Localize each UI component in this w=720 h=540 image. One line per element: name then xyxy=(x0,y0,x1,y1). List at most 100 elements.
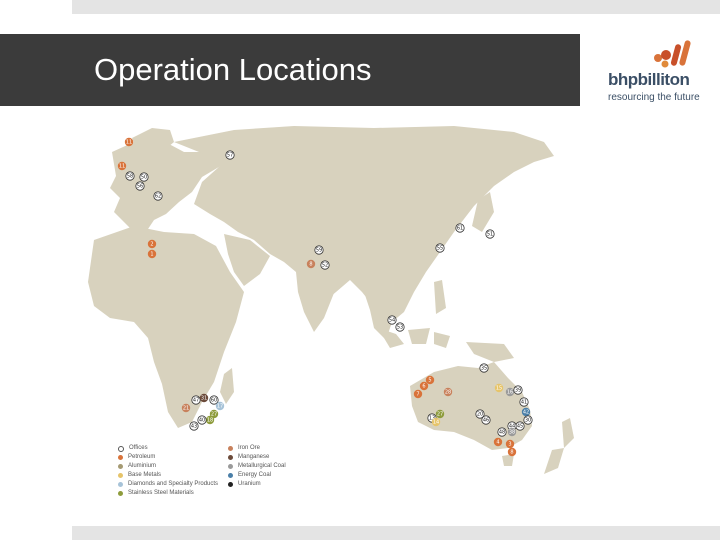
map-marker-label: 11 xyxy=(119,163,125,169)
legend-item-iron-ore: Iron Ore xyxy=(228,444,260,453)
legend-dot-icon xyxy=(228,455,233,460)
map-marker-label: 43 xyxy=(191,423,197,429)
map-marker: 41 xyxy=(519,397,529,407)
map-marker: 38 xyxy=(507,427,517,437)
map-marker-label: 31 xyxy=(201,395,207,401)
world-map: 11 11 58 50 56 57 62 2 1 59 8 52 61 51 55 54 53 47 31 60 17 2… xyxy=(74,122,590,526)
map-marker-label: 1 xyxy=(150,251,153,257)
map-marker: 15 xyxy=(494,383,504,393)
map-marker: 48 xyxy=(497,427,507,437)
map-marker: 35 xyxy=(479,363,489,373)
legend-item-petroleum: Petroleum xyxy=(118,453,155,462)
legend-item-energy-coal: Energy Coal xyxy=(228,471,271,480)
map-legend: Offices Petroleum Aluminium Base Metals … xyxy=(118,444,358,524)
map-marker: 52 xyxy=(320,260,330,270)
legend-dot-icon xyxy=(228,464,233,469)
map-marker-label: 27 xyxy=(437,411,443,417)
legend-dot-icon xyxy=(228,473,233,478)
map-marker-label: 52 xyxy=(322,262,328,268)
company-logo: bhpbilliton resourcing the future xyxy=(606,38,716,108)
legend-dot-icon xyxy=(228,446,233,451)
map-marker-label: 48 xyxy=(499,429,505,435)
map-marker: 61 xyxy=(455,223,465,233)
map-marker: 42 xyxy=(521,407,531,417)
map-marker: 17 xyxy=(215,401,225,411)
map-marker-label: 46 xyxy=(483,417,489,423)
map-marker-label: 57 xyxy=(227,152,233,158)
map-marker-label: 41 xyxy=(521,399,527,405)
legend-item-diamonds: Diamonds and Specialty Products xyxy=(118,480,218,489)
legend-item-metallurgical-coal: Metallurgical Coal xyxy=(228,462,286,471)
map-marker-label: 45 xyxy=(517,423,523,429)
logo-wordmark: bhpbilliton xyxy=(608,70,690,89)
map-marker-label: 54 xyxy=(389,317,395,323)
map-marker-label: 50 xyxy=(141,174,147,180)
map-marker: 54 xyxy=(387,315,397,325)
map-marker: 27 xyxy=(435,409,445,419)
map-marker-label: 40 xyxy=(199,417,205,423)
map-marker: 59 xyxy=(314,245,324,255)
map-marker: 28 xyxy=(443,387,453,397)
legend-dot-icon xyxy=(118,491,123,496)
legend-dot-icon xyxy=(228,482,233,487)
map-marker: 57 xyxy=(225,150,235,160)
map-marker: 4 xyxy=(493,437,503,447)
legend-item-manganese: Manganese xyxy=(228,453,269,462)
slide-title: Operation Locations xyxy=(94,52,372,87)
map-marker: 18 xyxy=(205,415,215,425)
map-marker-label: 51 xyxy=(487,231,493,237)
legend-dot-icon xyxy=(118,473,123,478)
map-marker: 53 xyxy=(395,322,405,332)
logo-tagline: resourcing the future xyxy=(608,92,700,103)
legend-dot-icon xyxy=(118,445,124,452)
map-marker: 39 xyxy=(513,385,523,395)
map-marker: 56 xyxy=(135,181,145,191)
map-marker: 50 xyxy=(139,172,149,182)
map-marker: 46 xyxy=(481,415,491,425)
map-marker: 14 xyxy=(431,417,441,427)
legend-dot-icon xyxy=(118,464,123,469)
map-marker-label: 15 xyxy=(496,385,502,391)
map-marker: 5 xyxy=(425,375,435,385)
legend-dot-icon xyxy=(118,482,123,487)
map-marker-label: 35 xyxy=(481,365,487,371)
map-marker-label: 5 xyxy=(428,377,431,383)
map-marker-label: 28 xyxy=(445,389,451,395)
map-marker: 43 xyxy=(189,421,199,431)
map-marker-label: 38 xyxy=(509,429,515,435)
map-marker-label: 59 xyxy=(316,247,322,253)
map-marker-label: 18 xyxy=(207,417,213,423)
map-marker: 31 xyxy=(199,393,209,403)
map-marker: 30 xyxy=(523,415,533,425)
legend-item-stainless-steel: Stainless Steel Materials xyxy=(118,489,194,498)
map-marker-label: 3 xyxy=(508,441,511,447)
map-marker-label: 4 xyxy=(496,439,499,445)
map-marker-label: 8 xyxy=(510,449,513,455)
map-marker: 45 xyxy=(515,421,525,431)
map-marker: 2 xyxy=(147,239,157,249)
map-marker-label: 8 xyxy=(309,261,312,267)
bottom-decoration-strip xyxy=(72,526,720,540)
map-marker-label: 58 xyxy=(127,173,133,179)
map-marker-label: 53 xyxy=(397,324,403,330)
map-marker: 7 xyxy=(413,389,423,399)
map-marker: 47 xyxy=(191,395,201,405)
map-marker-label: 62 xyxy=(155,193,161,199)
map-marker: 51 xyxy=(485,229,495,239)
map-marker-label: 11 xyxy=(126,139,132,145)
map-marker-label: 55 xyxy=(437,245,443,251)
map-marker: 11 xyxy=(124,137,134,147)
map-marker: 62 xyxy=(153,191,163,201)
map-marker: 40 xyxy=(197,415,207,425)
map-marker-label: 30 xyxy=(525,417,531,423)
map-marker: 3 xyxy=(505,439,515,449)
map-marker-label: 14 xyxy=(433,419,439,425)
legend-item-base-metals: Base Metals xyxy=(118,471,161,480)
map-marker-label: 47 xyxy=(193,397,199,403)
map-marker-label: 17 xyxy=(217,403,223,409)
map-marker-label: 56 xyxy=(137,183,143,189)
logo-mark-icon xyxy=(654,40,691,68)
map-marker: 21 xyxy=(181,403,191,413)
legend-dot-icon xyxy=(118,455,123,460)
map-marker: 16 xyxy=(505,387,515,397)
